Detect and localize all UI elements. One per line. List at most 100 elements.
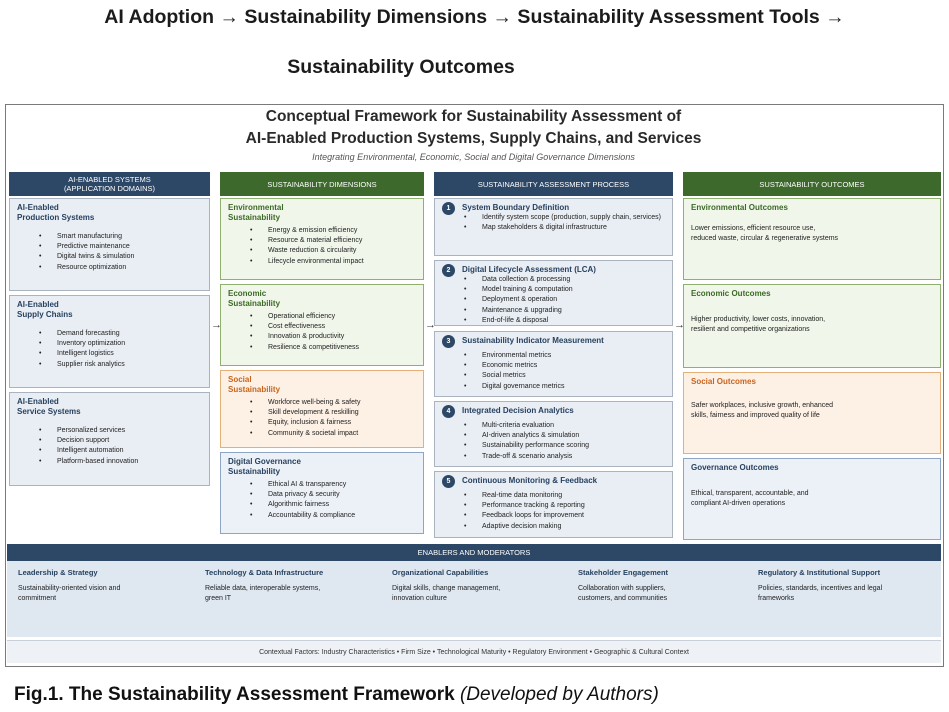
list-item: Deployment & operation <box>464 295 665 305</box>
systems-header-line-2: (APPLICATION DOMAINS) <box>63 184 156 193</box>
enablers-header: ENABLERS AND MODERATORS <box>7 544 941 561</box>
list-item: Resource & material efficiency <box>250 236 416 246</box>
step-bullet-list: Multi-criteria evaluation AI-driven anal… <box>442 421 665 462</box>
step-title-text: Continuous Monitoring & Feedback <box>462 476 598 485</box>
dimension-title-line-2: Sustainability <box>228 385 281 394</box>
process-step-4: 4 Integrated Decision Analytics Multi-cr… <box>434 401 673 467</box>
framework-title-line-2: AI-Enabled Production Systems, Supply Ch… <box>245 130 702 147</box>
outcome-line-2: resilient and competitive organizations <box>691 326 810 333</box>
list-item: Decision support <box>39 436 202 446</box>
step-number-badge: 3 <box>442 335 455 348</box>
enabler-technology: Technology & Data Infrastructure Reliabl… <box>205 568 380 604</box>
step-title: 4 Integrated Decision Analytics <box>442 405 665 418</box>
step-title-text: System Boundary Definition <box>462 203 570 212</box>
list-item: Data privacy & security <box>250 490 416 500</box>
process-step-1: 1 System Boundary Definition Identify sy… <box>434 198 673 256</box>
list-item: Multi-criteria evaluation <box>464 421 665 431</box>
list-item: Map stakeholders & digital infrastructur… <box>464 223 665 233</box>
system-title-line-1: AI-Enabled <box>17 397 59 406</box>
list-item: Workforce well-being & safety <box>250 398 416 408</box>
outcome-line-2: skills, fairness and improved quality of… <box>691 412 820 419</box>
dimension-title-line-2: Sustainability <box>228 213 281 222</box>
headline-line-2: Sustainability Outcomes <box>287 56 515 78</box>
framework-title: Conceptual Framework for Sustainability … <box>5 104 942 150</box>
step-number-badge: 2 <box>442 264 455 277</box>
dimension-title-line-1: Economic <box>228 289 267 298</box>
caption-label: Fig.1. The Sustainability Assessment Fra… <box>14 684 455 705</box>
enabler-title: Stakeholder Engagement <box>578 568 669 577</box>
step-title-text: Sustainability Indicator Measurement <box>462 336 604 345</box>
dimension-title-line-1: Environmental <box>228 203 284 212</box>
enabler-line-1: Policies, standards, incentives and lega… <box>758 585 883 592</box>
list-item: Innovation & productivity <box>250 332 416 342</box>
list-item: Sustainability performance scoring <box>464 441 665 451</box>
outcomes-column-header: SUSTAINABILITY OUTCOMES <box>683 172 941 196</box>
enabler-title: Regulatory & Institutional Support <box>758 568 881 577</box>
list-item: Environmental metrics <box>464 351 665 361</box>
list-item: End-of-life & disposal <box>464 316 665 326</box>
list-item: Platform-based innovation <box>39 457 202 467</box>
step-title-text: Digital Lifecycle Assessment (LCA) <box>462 265 596 274</box>
list-item: Adaptive decision making <box>464 522 665 532</box>
outcome-description: Lower emissions, efficient resource use,… <box>691 224 933 244</box>
caption-note: (Developed by Authors) <box>459 684 659 705</box>
list-item: Real-time data monitoring <box>464 491 665 501</box>
list-item: Ethical AI & transparency <box>250 480 416 490</box>
list-item: Digital twins & simulation <box>39 252 202 262</box>
list-item: Algorithmic fairness <box>250 500 416 510</box>
list-item: Maintenance & upgrading <box>464 306 665 316</box>
outcome-line-1: Lower emissions, efficient resource use, <box>691 225 816 232</box>
list-item: Social metrics <box>464 371 665 381</box>
outcome-card-environmental: Environmental Outcomes Lower emissions, … <box>683 198 941 280</box>
outcome-title: Governance Outcomes <box>691 463 779 472</box>
outcome-description: Ethical, transparent, accountable, and c… <box>691 489 933 509</box>
dimensions-column-header: SUSTAINABILITY DIMENSIONS <box>220 172 424 196</box>
system-title-line-2: Production Systems <box>17 213 95 222</box>
system-card-title: AI-Enabled Production Systems <box>17 203 202 223</box>
outcome-card-economic: Economic Outcomes Higher productivity, l… <box>683 284 941 368</box>
step-number-badge: 1 <box>442 202 455 215</box>
list-item: Smart manufacturing <box>39 232 202 242</box>
enabler-line-2: commitment <box>18 595 57 602</box>
list-item: Intelligent automation <box>39 446 202 456</box>
outcome-card-governance: Governance Outcomes Ethical, transparent… <box>683 458 941 540</box>
enabler-organizational: Organizational Capabilities Digital skil… <box>392 568 567 604</box>
dimension-card-economic: Economic Sustainability Operational effi… <box>220 284 424 366</box>
system-bullet-list: Personalized services Decision support I… <box>17 426 202 467</box>
process-step-5: 5 Continuous Monitoring & Feedback Real-… <box>434 471 673 538</box>
list-item: AI-driven analytics & simulation <box>464 431 665 441</box>
list-item: Performance tracking & reporting <box>464 501 665 511</box>
dimension-title-line-1: Social <box>228 375 252 384</box>
dimension-bullet-list: Ethical AI & transparency Data privacy &… <box>228 480 416 521</box>
figure-caption: Fig.1. The Sustainability Assessment Fra… <box>14 684 659 706</box>
systems-header-line-1: AI-ENABLED SYSTEMS <box>68 175 151 184</box>
list-item: Cost effectiveness <box>250 322 416 332</box>
framework-title-line-1: Conceptual Framework for Sustainability … <box>265 108 682 125</box>
step-title: 3 Sustainability Indicator Measurement <box>442 335 665 348</box>
dimension-bullet-list: Workforce well-being & safety Skill deve… <box>228 398 416 439</box>
dimension-card-title: Economic Sustainability <box>228 289 416 309</box>
list-item: Community & societal impact <box>250 429 416 439</box>
list-item: Resilience & competitiveness <box>250 343 416 353</box>
list-item: Waste reduction & circularity <box>250 246 416 256</box>
dimension-title-line-1: Digital Governance <box>228 457 301 466</box>
system-card-title: AI-Enabled Service Systems <box>17 397 202 417</box>
system-card-services: AI-Enabled Service Systems Personalized … <box>9 392 210 486</box>
system-bullet-list: Demand forecasting Inventory optimizatio… <box>17 329 202 370</box>
step-title: 1 System Boundary Definition <box>442 202 665 215</box>
outcome-line-1: Higher productivity, lower costs, innova… <box>691 316 826 323</box>
outcome-title: Economic Outcomes <box>691 289 771 298</box>
contextual-factors: Contextual Factors: Industry Characteris… <box>7 640 941 663</box>
step-bullet-list: Identify system scope (production, suppl… <box>442 213 665 234</box>
step-bullet-list: Environmental metrics Economic metrics S… <box>442 351 665 392</box>
list-item: Demand forecasting <box>39 329 202 339</box>
enabler-description: Digital skills, change management, innov… <box>392 584 567 604</box>
list-item: Energy & emission efficiency <box>250 226 416 236</box>
list-item: Model training & computation <box>464 285 665 295</box>
list-item: Lifecycle environmental impact <box>250 257 416 267</box>
enabler-title: Technology & Data Infrastructure <box>205 568 324 577</box>
dimension-title-line-2: Sustainability <box>228 299 281 308</box>
headline-line-1: AI Adoption → Sustainability Dimensions … <box>104 6 845 28</box>
outcome-title: Environmental Outcomes <box>691 203 788 212</box>
dimension-card-environmental: Environmental Sustainability Energy & em… <box>220 198 424 280</box>
